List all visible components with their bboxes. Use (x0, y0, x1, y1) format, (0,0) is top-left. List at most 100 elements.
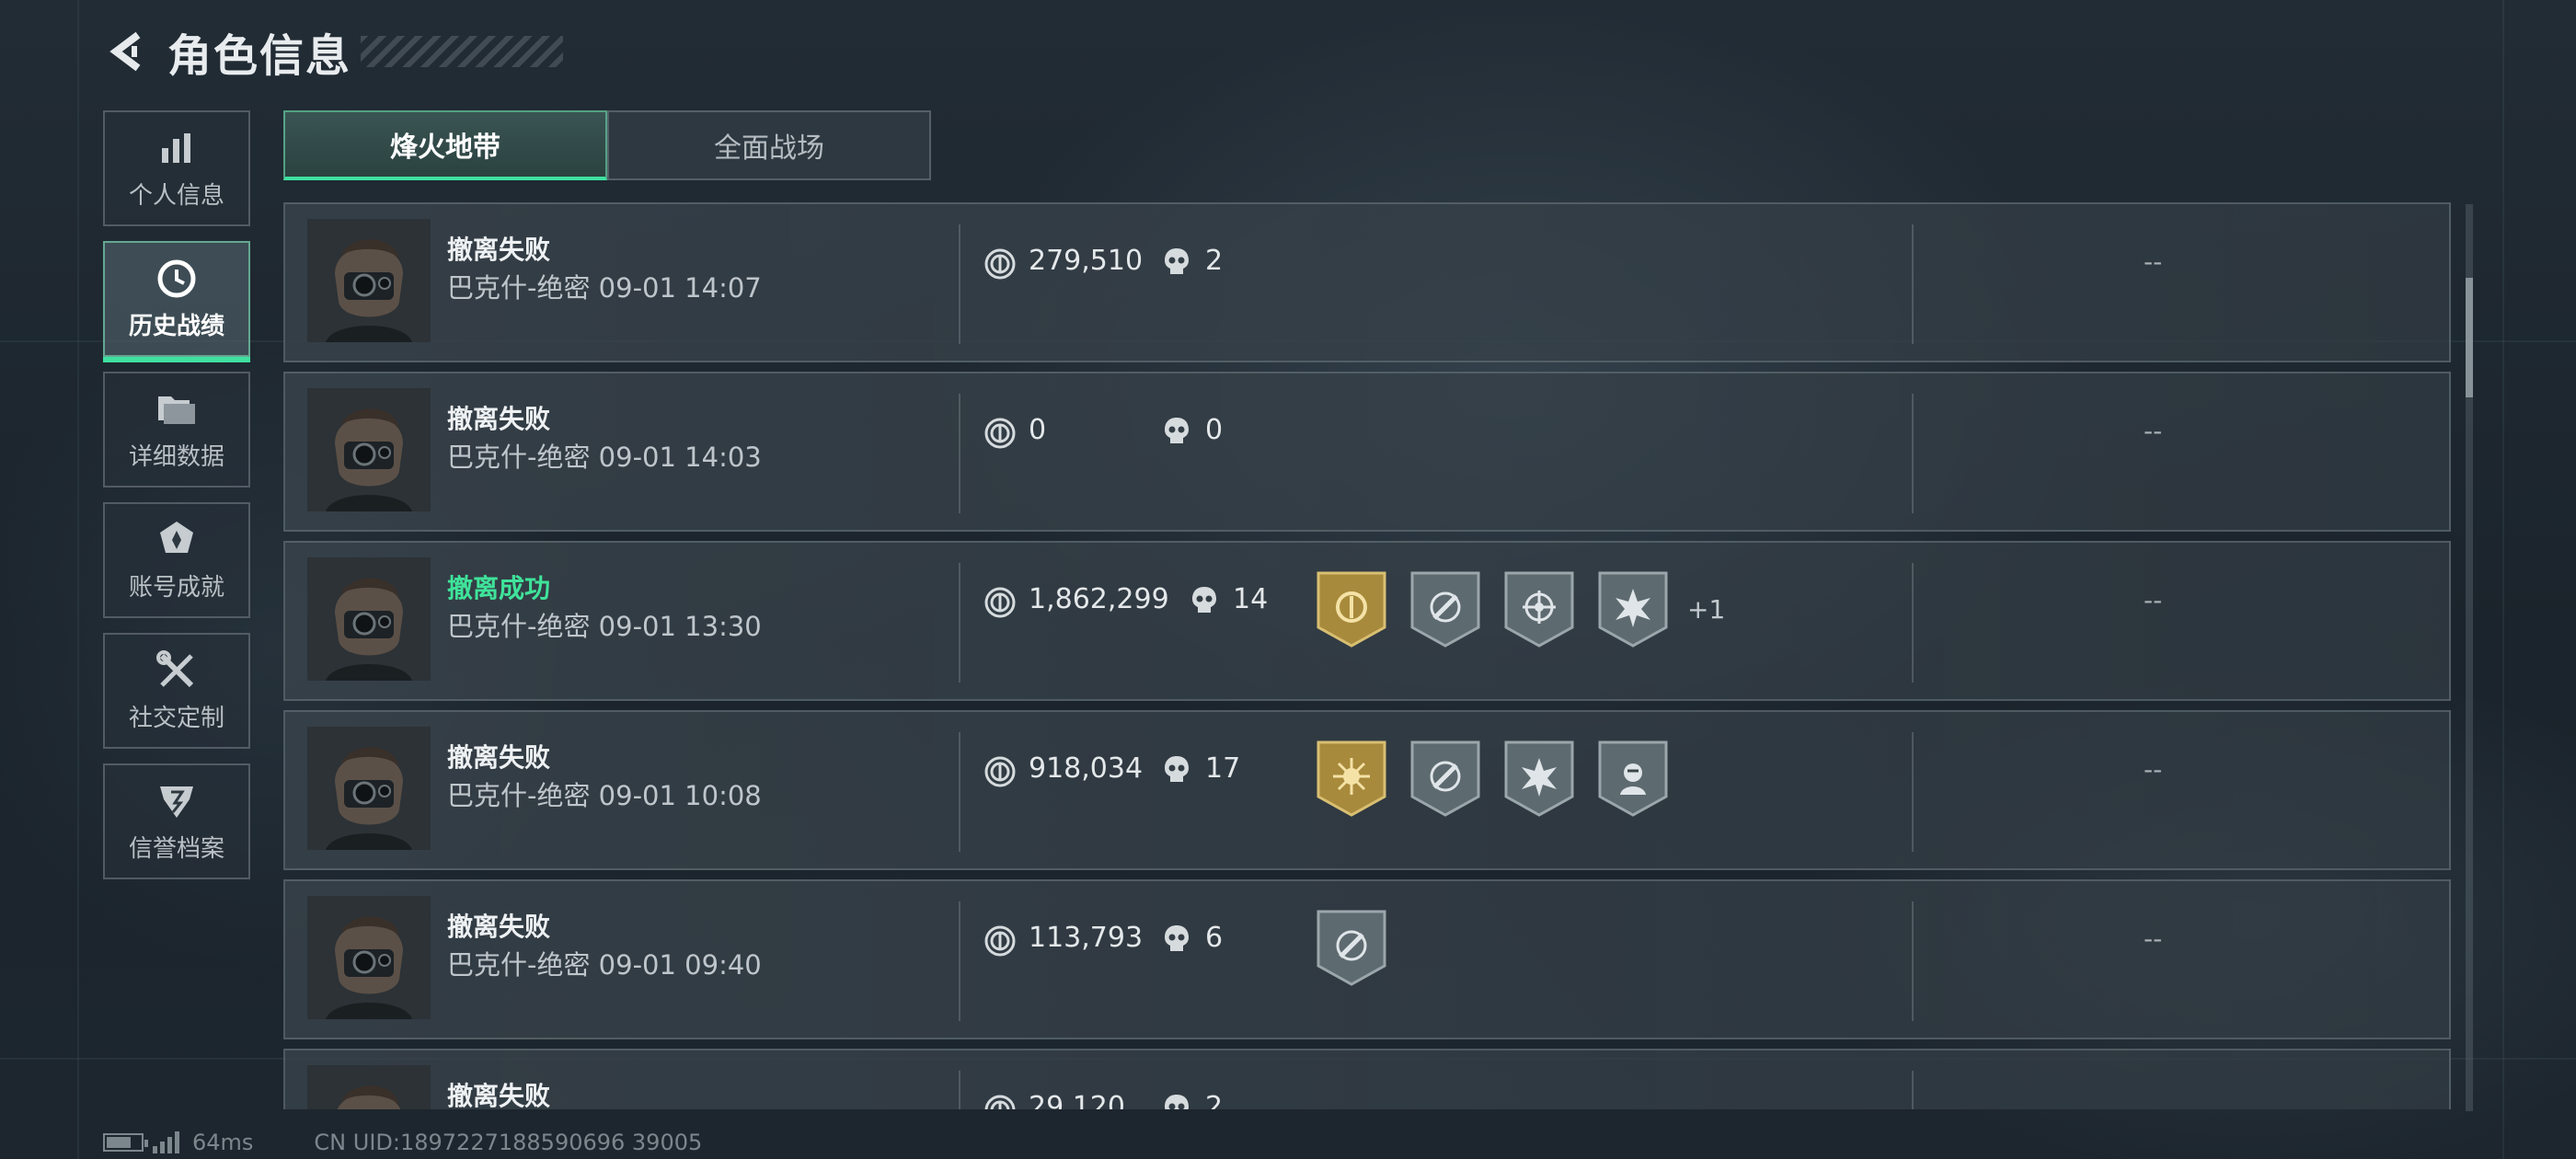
currency-icon (984, 587, 1016, 618)
extraction-status: 撤离失败 (447, 404, 551, 434)
bar-chart-icon (155, 127, 198, 169)
map-and-time: 巴克什-绝密 09-01 09:40 (447, 949, 762, 981)
column-divider (959, 563, 960, 683)
ping-text: 64ms (192, 1130, 254, 1155)
skull-icon (1163, 924, 1190, 955)
extraction-status: 撤离失败 (447, 912, 551, 942)
operator-avatar (307, 896, 431, 1019)
currency-icon (984, 925, 1016, 957)
extraction-status: 撤离失败 (447, 1081, 551, 1109)
operator-badge-icon[interactable] (1597, 740, 1669, 817)
extra-info: -- (2144, 416, 2163, 446)
extra-info: -- (2144, 754, 2163, 785)
column-divider (959, 224, 960, 344)
match-row[interactable]: 撤离失败巴克什-绝密 09-01 09:40 113,793 6 -- (283, 879, 2451, 1039)
explosion-badge-icon[interactable] (1503, 740, 1575, 817)
extra-info: -- (2144, 585, 2163, 615)
extra-info: -- (2144, 247, 2163, 277)
column-divider (1912, 394, 1914, 513)
gold-coin-badge-icon[interactable] (1316, 570, 1387, 648)
currency-icon (984, 418, 1016, 449)
match-row[interactable]: 撤离成功 巴克什-绝密 09-01 13:30 1,862,299 14 +1 -- (283, 541, 2451, 701)
column-divider (1912, 732, 1914, 852)
target-disarm-badge-icon[interactable] (1316, 909, 1387, 986)
extracted-value: 113,793 (1029, 922, 1144, 954)
match-row[interactable]: 撤离失败 29,120 2 (283, 1049, 2451, 1109)
signal-icon (153, 1131, 179, 1153)
column-divider (1912, 563, 1914, 683)
extracted-value: 29,120 (1029, 1091, 1125, 1109)
kill-count: 0 (1205, 414, 1224, 446)
clock-icon (155, 258, 198, 300)
extracted-value: 918,034 (1029, 752, 1144, 785)
shield-badge-icon (155, 780, 198, 822)
more-badges-count[interactable]: +1 (1687, 594, 1725, 625)
map-and-time: 巴克什-绝密 09-01 10:08 (447, 780, 762, 811)
column-divider (959, 732, 960, 852)
target-disarm-badge-icon[interactable] (1409, 570, 1481, 648)
sidebar: 个人信息 历史战绩 详细数据 账号成就 社交定制 信誉档案 (103, 110, 250, 894)
explosion-badge-icon[interactable] (1597, 570, 1669, 648)
gold-sun-badge-icon[interactable] (1316, 740, 1387, 817)
map-and-time: 巴克什-绝密 09-01 14:03 (447, 442, 762, 473)
skull-icon (1163, 1093, 1190, 1109)
sidebar-item-match-history[interactable]: 历史战绩 (103, 241, 250, 362)
sidebar-item-credit-record[interactable]: 信誉档案 (103, 763, 250, 879)
skull-icon (1163, 247, 1190, 278)
kill-count: 2 (1205, 1091, 1224, 1109)
medal-badges: +1 (1316, 570, 1725, 648)
battery-icon (103, 1133, 148, 1152)
sidebar-item-label: 详细数据 (128, 442, 224, 471)
extraction-status: 撤离失败 (447, 235, 551, 265)
back-arrow-icon (109, 31, 141, 72)
wrench-screwdriver-icon (155, 649, 198, 692)
sidebar-item-personal-info[interactable]: 个人信息 (103, 110, 250, 226)
match-row[interactable]: 撤离失败 巴克什-绝密 09-01 14:03 0 0 -- (283, 372, 2451, 532)
column-divider (959, 394, 960, 513)
list-scrollbar[interactable] (2466, 204, 2473, 1111)
currency-icon (984, 1095, 1016, 1109)
title-decoration (361, 36, 564, 67)
page-header: 角色信息 (103, 22, 564, 82)
operator-avatar (307, 219, 431, 342)
operator-avatar (307, 1065, 431, 1109)
tab-full-battlefield[interactable]: 全面战场 (607, 110, 931, 180)
currency-icon (984, 756, 1016, 787)
sidebar-item-label: 信誉档案 (128, 834, 224, 863)
target-disarm-badge-icon[interactable] (1409, 740, 1481, 817)
extraction-status: 撤离失败 (447, 742, 551, 773)
kill-count: 14 (1233, 583, 1269, 615)
skull-icon (1190, 585, 1218, 616)
skull-icon (1163, 754, 1190, 786)
kill-count: 2 (1205, 245, 1224, 277)
crosshair-badge-icon[interactable] (1503, 570, 1575, 648)
column-divider (1912, 1071, 1914, 1109)
match-history-list: 撤离失败 巴克什-绝密 09-01 14:07 279,510 2 -- 撤离失败 巴克什-… (283, 202, 2451, 1109)
sidebar-item-detailed-data[interactable]: 详细数据 (103, 372, 250, 488)
extra-info: -- (2144, 924, 2163, 954)
match-row[interactable]: 撤离失败巴克什-绝密 09-01 10:08 918,034 17 -- (283, 710, 2451, 870)
tab-hazard-zone[interactable]: 烽火地带 (283, 110, 607, 180)
operator-avatar (307, 388, 431, 511)
medal-icon (155, 519, 198, 561)
column-divider (1912, 224, 1914, 344)
currency-icon (984, 248, 1016, 280)
scrollbar-thumb[interactable] (2466, 278, 2473, 397)
mode-tabs: 烽火地带 全面战场 (283, 110, 931, 180)
sidebar-item-social-custom[interactable]: 社交定制 (103, 633, 250, 749)
sidebar-item-achievements[interactable]: 账号成就 (103, 502, 250, 618)
column-divider (1912, 901, 1914, 1021)
sidebar-item-label: 社交定制 (128, 704, 224, 732)
uid-text: CN UID:1897227188590696 39005 (314, 1130, 703, 1155)
extracted-value: 1,862,299 (1029, 583, 1169, 615)
column-divider (959, 901, 960, 1021)
operator-avatar (307, 727, 431, 850)
kill-count: 6 (1205, 922, 1224, 954)
operator-avatar (307, 557, 431, 681)
match-row[interactable]: 撤离失败 巴克什-绝密 09-01 14:07 279,510 2 -- (283, 202, 2451, 362)
back-button[interactable] (103, 26, 155, 77)
map-and-time: 巴克什-绝密 09-01 13:30 (447, 611, 762, 642)
map-and-time: 巴克什-绝密 09-01 14:07 (447, 272, 762, 304)
kill-count: 17 (1205, 752, 1241, 785)
sidebar-item-label: 账号成就 (128, 573, 224, 602)
